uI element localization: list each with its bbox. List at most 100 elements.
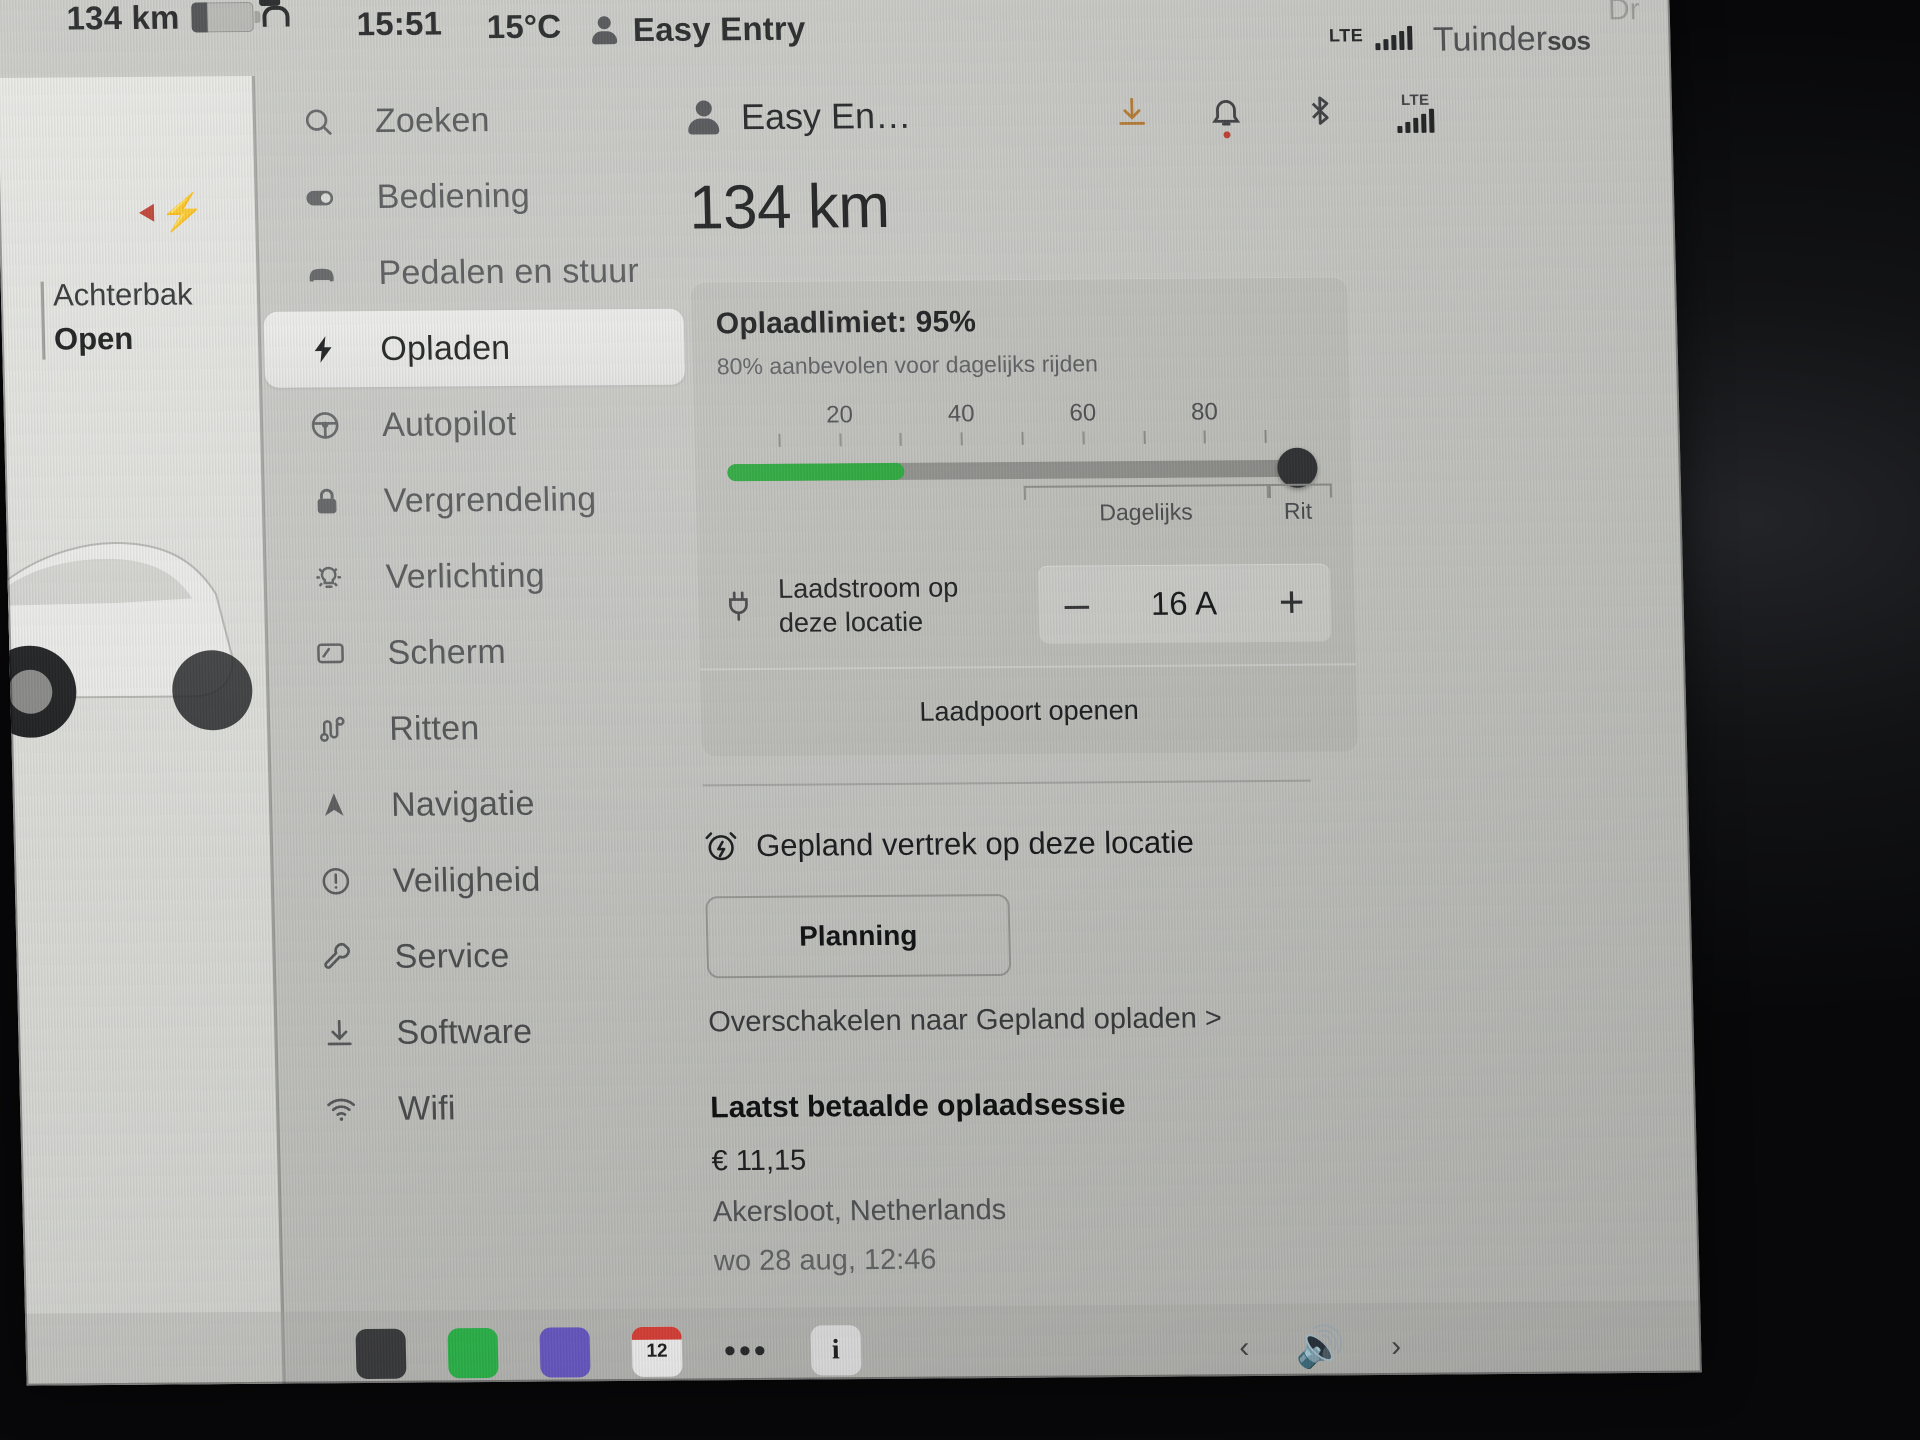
media-icon[interactable] (355, 1328, 407, 1380)
charging-bolt-icon: ⚡ (138, 191, 205, 233)
slider-knob[interactable] (1276, 447, 1318, 488)
charge-limit-title: Oplaadlimiet: 95% (715, 305, 977, 341)
sidebar-item-navigatie[interactable]: Navigatie (274, 764, 696, 843)
person-icon (687, 99, 720, 135)
sidebar-item-opladen[interactable]: Opladen (263, 308, 686, 388)
sidebar-item-software[interactable]: Software (280, 992, 702, 1071)
temperature-label: 15°C (486, 7, 562, 46)
charge-current-line2: deze locatie (778, 606, 924, 638)
tesla-touchscreen: 134 km 15:51 15°C Easy Entry LTE Tuinder… (0, 0, 1702, 1386)
next-track-icon[interactable]: › (1391, 1330, 1402, 1364)
display-icon (313, 636, 348, 670)
sidebar-item-service[interactable]: Service (278, 916, 700, 995)
sidebar-item-bediening[interactable]: Bediening (260, 157, 682, 236)
sidebar-item-label: Verlichting (385, 556, 546, 596)
sidebar-item-label: Autopilot (381, 404, 517, 444)
sidebar-item-label: Zoeken (374, 100, 491, 140)
download-icon (322, 1016, 357, 1050)
driver-profile-button[interactable]: Easy Entry (590, 10, 806, 50)
content-header: Easy En… LTE (686, 75, 1443, 155)
sidebar-item-scherm[interactable]: Scherm (271, 613, 693, 692)
bell-badge-dot (1223, 131, 1231, 139)
steering-wheel-icon (308, 408, 343, 442)
navigation-arrow-icon (317, 788, 352, 822)
range-display: 134 km (688, 172, 891, 243)
bell-icon[interactable] (1209, 94, 1246, 139)
status-clock: 15:51 (356, 5, 442, 44)
slider-tick-labels: 20 40 60 80 (718, 398, 1327, 433)
map-strip[interactable]: Achterbak Open ⚡ (0, 76, 283, 1386)
warning-circle-icon (318, 864, 353, 898)
map-ghost-label: Dr (1607, 0, 1641, 27)
trunk-state: Open (53, 320, 134, 357)
sidebar-item-vergrendeling[interactable]: Vergrendeling (267, 461, 689, 540)
charging-panel: Easy En… LTE 134 km Oplaadlimiet: 95% 80… (686, 75, 1472, 1381)
settings-nav-list: Zoeken Bediening Pedalen en stuur Opladen Au… (258, 81, 703, 1148)
wifi-icon (324, 1092, 359, 1126)
navigation-app-icon[interactable] (539, 1327, 591, 1378)
trips-icon (315, 712, 350, 746)
sidebar-item-label: Navigatie (390, 784, 536, 824)
status-lte-signal: LTE (1329, 25, 1413, 51)
trunk-label: Achterbak (52, 276, 193, 313)
charge-current-stepper: – 16 A + (1037, 563, 1332, 644)
sidebar-item-label: Ritten (388, 708, 480, 748)
dock-media-controls: ‹ 🔊 › (1239, 1325, 1402, 1369)
scheduled-departure-title: Gepland vertrek op deze locatie (755, 824, 1195, 863)
battery-icon (191, 2, 261, 33)
lock-icon (310, 484, 345, 518)
status-temperature[interactable]: 15°C (486, 8, 561, 47)
car-icon (304, 256, 339, 290)
content-divider (702, 779, 1311, 787)
previous-track-icon[interactable]: ‹ (1239, 1331, 1250, 1365)
sidebar-item-autopilot[interactable]: Autopilot (265, 385, 687, 464)
sidebar-item-label: Opladen (379, 328, 511, 368)
switch-to-scheduled-charging-link[interactable]: Overschakelen naar Gepland opladen > (708, 1000, 1464, 1039)
sidebar-item-ritten[interactable]: Ritten (272, 688, 694, 767)
last-session-title: Laatst betaalde oplaadsessie (709, 1088, 1126, 1125)
car-illustration (0, 468, 281, 800)
photo-frame: 134 km 15:51 15°C Easy Entry LTE Tuinder… (0, 0, 1920, 1440)
bolt-icon (306, 332, 341, 366)
lte-signal-icon[interactable]: LTE (1397, 91, 1435, 133)
status-range-label: 134 km (66, 0, 181, 37)
sidebar-item-veiligheid[interactable]: Veiligheid (276, 840, 698, 919)
bluetooth-icon[interactable] (1303, 93, 1340, 131)
person-icon (591, 15, 618, 45)
open-charge-port-button[interactable]: Laadpoort openen (724, 665, 1334, 756)
increment-button[interactable]: + (1278, 578, 1305, 627)
slider-tick-label: 60 (1069, 399, 1097, 427)
wrench-icon (320, 940, 355, 974)
sidebar-item-wifi[interactable]: Wifi (281, 1068, 703, 1147)
last-session-date: wo 28 aug, 12:46 (713, 1243, 937, 1278)
toggle-icon (302, 180, 337, 214)
sidebar-item-pedalen-en-stuur[interactable]: Pedalen en stuur (262, 233, 684, 312)
planning-button[interactable]: Planning (705, 893, 1012, 979)
status-bar: 134 km 15:51 15°C Easy Entry LTE Tuinder… (0, 0, 1671, 82)
sidebar-item-label: Bediening (376, 176, 531, 216)
calendar-day-number: 12 (646, 1340, 668, 1362)
profile-name-label: Easy En… (740, 94, 912, 138)
sidebar-item-zoeken[interactable]: Zoeken (258, 81, 680, 160)
slider-tick-label: 80 (1190, 398, 1219, 426)
charge-limit-subtitle: 80% aanbevolen voor dagelijks rijden (716, 350, 1099, 380)
phone-icon[interactable] (447, 1327, 499, 1379)
calendar-icon[interactable]: 12 (631, 1326, 683, 1377)
charge-current-value: 16 A (1150, 584, 1218, 622)
volume-icon[interactable]: 🔊 (1295, 1325, 1346, 1369)
info-icon[interactable]: i (810, 1325, 862, 1376)
scheduled-departure-icon (704, 829, 739, 863)
map-street-label: Tuindersos (1433, 20, 1591, 60)
slider-tick-label: 20 (825, 401, 854, 429)
charge-current-label: Laadstroom op deze locatie (778, 572, 960, 641)
search-icon (301, 104, 336, 138)
software-download-icon[interactable] (1115, 95, 1152, 133)
slider-segment-label: Rit (1283, 497, 1313, 524)
decrement-button[interactable]: – (1064, 579, 1090, 628)
slider-track[interactable] (727, 459, 1318, 482)
more-options-icon[interactable]: ••• (724, 1331, 770, 1369)
charge-limit-slider[interactable]: 20 40 60 80 Dagelijks Rit (718, 398, 1333, 525)
driver-profile-label: Easy Entry (632, 9, 806, 49)
signal-bars-icon (1375, 25, 1413, 51)
sidebar-item-verlichting[interactable]: Verlichting (269, 537, 691, 616)
